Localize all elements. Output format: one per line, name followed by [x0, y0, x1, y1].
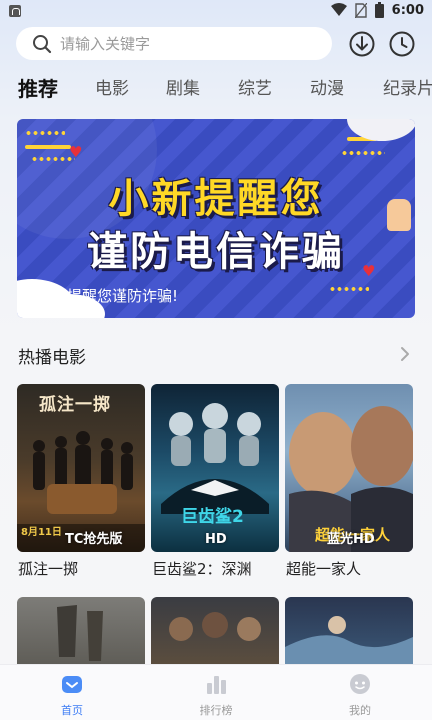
movie-poster[interactable] — [17, 597, 145, 667]
nav-ranking[interactable]: 排行榜 — [166, 665, 266, 720]
heart-icon: ♥ — [69, 143, 83, 161]
download-icon[interactable] — [348, 30, 376, 58]
banner-caption: 小新提醒您谨防诈骗! — [37, 287, 179, 305]
nav-profile-label: 我的 — [349, 704, 371, 717]
tab-series[interactable]: 剧集 — [166, 74, 200, 104]
banner-dash — [25, 145, 71, 149]
banner-dots — [329, 287, 369, 291]
quality-badge: HD — [205, 532, 227, 547]
banner-dots — [25, 131, 65, 135]
status-bar: 6:00 — [0, 0, 432, 24]
tab-documentary[interactable]: 纪录片 — [383, 74, 432, 104]
banner-dots — [341, 151, 385, 155]
quality-badge: TC抢先版 — [65, 532, 123, 547]
status-icons: 6:00 — [330, 2, 424, 18]
banner-title-line2: 谨防电信诈骗 — [87, 229, 345, 275]
nav-ranking-label: 排行榜 — [199, 704, 233, 717]
promo-banner[interactable]: ♥ ♥ 小新提醒您 谨防电信诈骗 小新提醒您谨防诈骗! — [17, 119, 415, 318]
home-icon — [62, 676, 82, 693]
no-sim-icon — [354, 2, 367, 18]
nav-profile[interactable]: 我的 — [310, 665, 410, 720]
movie-poster[interactable]: 孤注一掷 8月11日 TC抢先版 — [17, 384, 145, 552]
category-tabs: 推荐 电影 剧集 综艺 动漫 纪录片 — [0, 74, 432, 104]
wifi-icon — [330, 3, 347, 16]
movie-title[interactable]: 孤注一掷 — [18, 558, 78, 579]
chart-icon — [207, 676, 226, 694]
chevron-right-icon[interactable] — [398, 344, 412, 364]
nav-home-label: 首页 — [61, 704, 83, 717]
poster-art — [57, 605, 103, 661]
movie-title[interactable]: 巨齿鲨2：深渊 — [152, 558, 252, 579]
tab-variety[interactable]: 综艺 — [238, 74, 272, 104]
search-input[interactable]: 请输入关键字 — [16, 27, 332, 60]
movie-poster[interactable]: 巨齿鲨2 HD — [151, 384, 279, 552]
search-placeholder: 请输入关键字 — [60, 35, 151, 53]
release-date-badge: 8月11日 — [21, 527, 62, 538]
profile-icon — [350, 674, 370, 694]
banner-title-line1: 小新提醒您 — [108, 176, 324, 222]
quality-badge: 蓝光HD — [327, 532, 375, 547]
tab-recommend[interactable]: 推荐 — [18, 74, 58, 104]
movie-poster[interactable] — [285, 597, 413, 667]
movie-poster[interactable]: 超能一家人 蓝光HD — [285, 384, 413, 552]
poster-title-art: 孤注一掷 — [39, 395, 111, 415]
search-icon — [33, 34, 52, 53]
tab-anime[interactable]: 动漫 — [310, 74, 344, 104]
bottom-nav: 首页 排行榜 我的 — [0, 664, 432, 720]
movie-title[interactable]: 超能一家人 — [286, 558, 361, 579]
status-time: 6:00 — [391, 2, 424, 18]
notification-icon — [9, 5, 21, 17]
battery-icon — [374, 2, 384, 18]
poster-art — [285, 616, 413, 667]
section-title: 热播电影 — [18, 348, 86, 368]
poster-art — [169, 612, 261, 641]
tab-movies[interactable]: 电影 — [95, 74, 129, 104]
clock-icon[interactable] — [388, 30, 416, 58]
nav-home[interactable]: 首页 — [22, 665, 122, 720]
movie-poster[interactable] — [151, 597, 279, 667]
poster-title-art: 巨齿鲨2 — [181, 507, 244, 527]
